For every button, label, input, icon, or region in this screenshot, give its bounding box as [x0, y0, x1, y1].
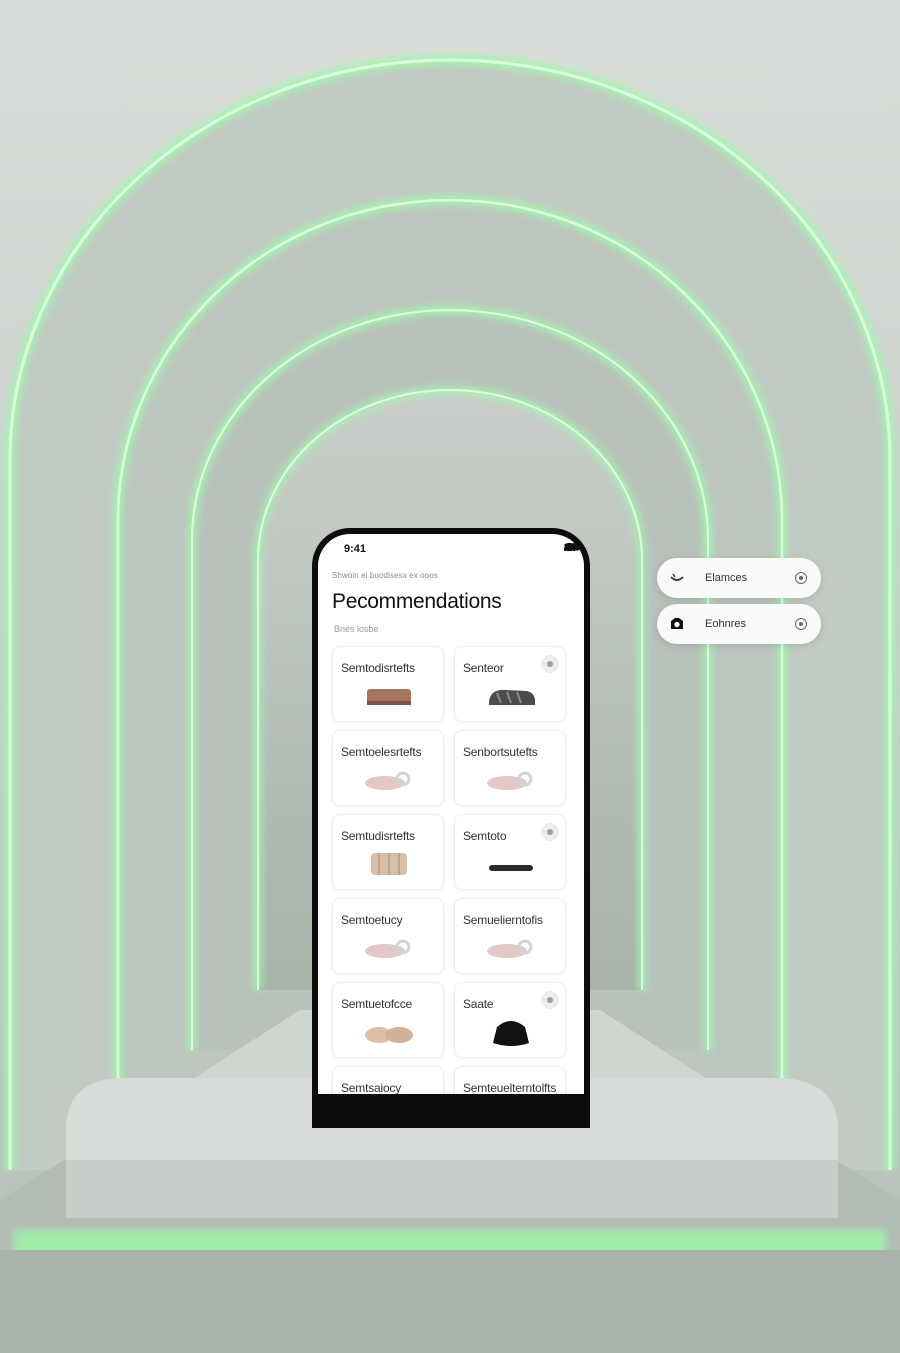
favorite-dot-icon[interactable]: [541, 991, 559, 1009]
product-name: Senteor: [463, 661, 504, 675]
product-card[interactable]: Semtudisrtefts: [332, 814, 444, 890]
chip-label: Eohnres: [705, 618, 746, 630]
upload-icon[interactable]: [318, 534, 330, 546]
slide-icon: [365, 939, 411, 958]
chip-eohnres[interactable]: Eohnres: [657, 604, 821, 644]
background-scene: 9:41 Shwoin ei buodisesx ex ooos Pecomme…: [0, 0, 900, 1353]
product-name: Senbortsutefts: [463, 745, 538, 759]
radio-icon[interactable]: [795, 572, 807, 584]
product-name: Semteuelterntolfts: [463, 1081, 557, 1094]
product-name: Semtoetucy: [341, 913, 403, 927]
product-card[interactable]: Semtoto: [454, 814, 566, 890]
product-name: Semtuetofcce: [341, 997, 412, 1011]
slide-icon: [487, 939, 533, 958]
chip-label: Elamces: [705, 572, 748, 584]
status-time: 9:41: [344, 543, 367, 555]
product-name: Semtsaiocy: [341, 1081, 402, 1094]
radio-icon[interactable]: [795, 618, 807, 630]
breadcrumb[interactable]: Shwoin ei buodisesx ex ooos: [332, 571, 438, 580]
page-title: Pecommendations: [332, 590, 502, 613]
product-name: Saate: [463, 997, 494, 1011]
clog-icon: [367, 689, 411, 705]
slipper-icon: [365, 1027, 413, 1043]
product-card[interactable]: Semtodisrtefts: [332, 646, 444, 722]
product-card[interactable]: Semuelierntofis: [454, 898, 566, 974]
battery-icon: [564, 543, 582, 551]
product-name: Semtoelesrtefts: [341, 745, 422, 759]
product-name: Semuelierntofis: [463, 913, 543, 927]
bag-icon: [493, 1021, 529, 1046]
slide-icon: [487, 771, 533, 790]
product-card[interactable]: Semtoelesrtefts: [332, 730, 444, 806]
phone-screen: 9:41 Shwoin ei buodisesx ex ooos Pecomme…: [318, 534, 584, 1094]
product-name: Semtodisrtefts: [341, 661, 415, 675]
status-bar: 9:41: [318, 534, 584, 564]
page-subtitle: Bnes losbe: [334, 624, 379, 634]
bowl-icon: [670, 573, 684, 581]
product-card[interactable]: Semtuetofcce: [332, 982, 444, 1058]
favorite-dot-icon[interactable]: [541, 655, 559, 673]
product-card[interactable]: Saate: [454, 982, 566, 1058]
boot-icon: [371, 853, 407, 875]
camera-icon: [671, 618, 683, 629]
chip-elamces[interactable]: Elamces: [657, 558, 821, 598]
product-name: Semtudisrtefts: [341, 829, 415, 843]
slide-icon: [365, 771, 411, 790]
product-card[interactable]: Semteuelterntolfts: [454, 1066, 566, 1094]
phone-device: 9:41 Shwoin ei buodisesx ex ooos Pecomme…: [312, 528, 590, 1128]
product-name: Semtoto: [463, 829, 507, 843]
product-card[interactable]: Senbortsutefts: [454, 730, 566, 806]
favorite-dot-icon[interactable]: [541, 823, 559, 841]
product-card[interactable]: Semtoetucy: [332, 898, 444, 974]
sandal-icon: [489, 689, 535, 705]
product-card[interactable]: Semtsaiocy: [332, 1066, 444, 1094]
product-card[interactable]: Senteor: [454, 646, 566, 722]
sole-icon: [489, 865, 533, 871]
